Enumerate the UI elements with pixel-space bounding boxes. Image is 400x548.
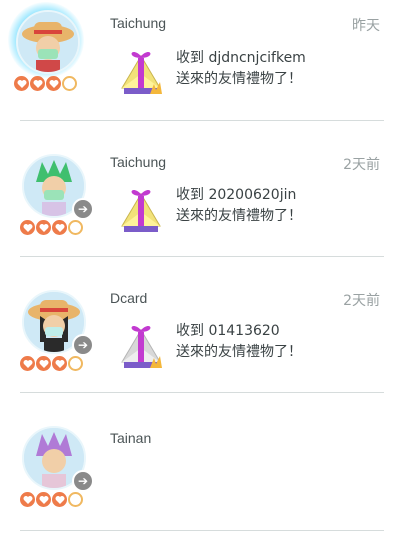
heart-icon [20,356,35,371]
avatar[interactable] [16,10,80,74]
heart-icon [20,220,35,235]
gift-icon [121,52,162,94]
heart-icon [36,220,51,235]
heart-icon [30,76,45,91]
friend-avatar-wrap [8,2,88,110]
gift-message: 收到 01413620 送來的友情禮物了！ [176,321,302,363]
divider [20,392,384,393]
friend-row-2[interactable]: ➔ Taichung 2天前 收到 20200620jin 送來的友情禮物了！ [0,140,400,276]
gift-message-line1: 收到 01413620 [176,323,280,339]
heart-icon [14,76,29,91]
friend-row-4[interactable]: ➔ Tainan [0,412,400,548]
gift-message: 收到 djdncnjcifkem 送來的友情禮物了！ [176,48,306,90]
friend-row-3[interactable]: ➔ Dcard 2天前 收到 01413620 送來的友情禮物了！ [0,276,400,412]
friend-name: Taichung [110,154,167,170]
gift-message: 收到 20200620jin 送來的友情禮物了！ [176,185,302,227]
gift-time: 昨天 [352,18,380,34]
divider [20,256,384,257]
friend-avatar-wrap: ➔ [20,426,94,526]
heart-icon [52,220,67,235]
heart-empty-icon [68,220,83,235]
gift-time: 2天前 [343,293,380,309]
gift-message-line2: 送來的友情禮物了！ [176,208,302,224]
friend-row-1[interactable]: Taichung 昨天 收到 djdncnjcifkem 送來的友情禮物了！ [0,0,400,136]
friend-avatar-wrap: ➔ [20,290,94,390]
friendship-hearts [14,76,77,91]
send-arrow-icon[interactable]: ➔ [72,334,94,356]
gift-message-line1: 收到 20200620jin [176,187,297,203]
heart-icon [52,356,67,371]
gift-time: 2天前 [343,157,380,173]
heart-icon [46,76,61,91]
send-arrow-icon[interactable]: ➔ [72,198,94,220]
friend-name: Taichung [110,15,167,31]
friend-name: Dcard [110,290,148,306]
divider [20,530,384,531]
gift-icon [121,190,161,232]
send-arrow-icon[interactable]: ➔ [72,470,94,492]
gift-message-line2: 送來的友情禮物了！ [176,344,302,360]
heart-empty-icon [62,76,77,91]
friend-avatar-wrap: ➔ [20,154,94,254]
heart-empty-icon [68,356,83,371]
gift-icon [121,326,162,368]
heart-icon [20,492,35,507]
gift-message-line2: 送來的友情禮物了！ [176,71,302,87]
friend-name: Tainan [110,430,152,446]
gift-message-line1: 收到 djdncnjcifkem [176,50,306,66]
friendship-hearts [20,492,83,507]
friendship-hearts [20,356,83,371]
heart-icon [52,492,67,507]
divider [20,120,384,121]
friendship-hearts [20,220,83,235]
heart-icon [36,492,51,507]
heart-empty-icon [68,492,83,507]
heart-icon [36,356,51,371]
